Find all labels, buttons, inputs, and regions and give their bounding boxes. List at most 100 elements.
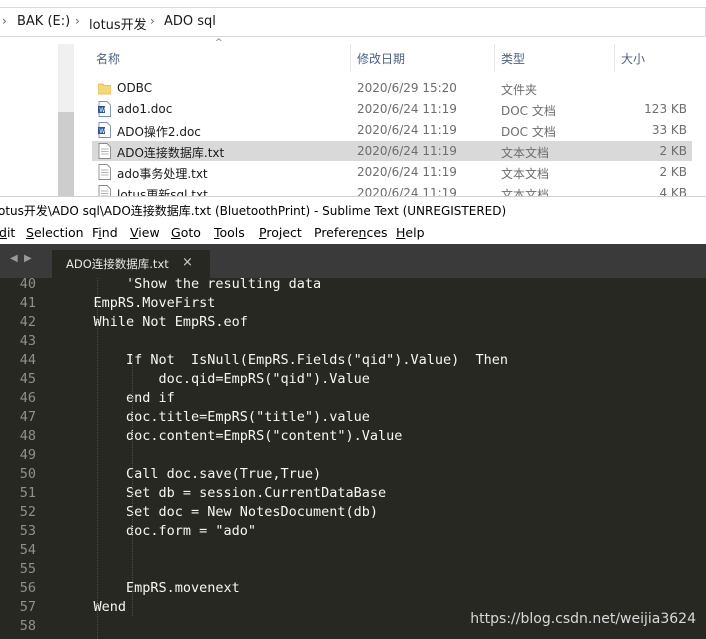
file-date: 2020/6/24 11:19	[357, 186, 457, 196]
line-number: 44	[19, 352, 36, 368]
breadcrumb-chevron-icon[interactable]: ›	[150, 14, 155, 28]
menu-goto[interactable]: Goto	[171, 225, 201, 240]
menu-view[interactable]: View	[130, 225, 160, 240]
tab-scroll-right-icon[interactable]: ▶	[24, 253, 32, 264]
file-size: 2 KB	[659, 144, 687, 158]
file-date: 2020/6/24 11:19	[357, 144, 457, 158]
menu-tools[interactable]: Tools	[214, 225, 245, 240]
line-number: 57	[19, 599, 36, 615]
code-line[interactable]: doc.title=EmpRS("title").value	[61, 408, 370, 427]
line-number: 46	[19, 390, 36, 406]
line-number: 42	[19, 314, 36, 330]
code-line[interactable]: doc.form = "ado"	[61, 522, 256, 541]
file-type: DOC 文档	[501, 125, 556, 139]
text-file-icon	[98, 164, 111, 180]
code-line[interactable]: end if	[61, 389, 175, 408]
window-title-bar[interactable]: otus开发\ADO sql\ADO连接数据库.txt (BluetoothPr…	[0, 196, 706, 221]
file-row[interactable]: ODBC 2020/6/29 15:20 文件夹	[92, 78, 692, 98]
file-date: 2020/6/29 15:20	[357, 81, 457, 95]
breadcrumb-folder-lotus[interactable]: lotus开发	[89, 14, 147, 33]
breadcrumb-folder-ado[interactable]: ADO sql	[164, 14, 216, 29]
file-size: 123 KB	[644, 102, 687, 116]
code-line[interactable]: If Not IsNull(EmpRS.Fields("qid").Value)…	[61, 351, 508, 370]
file-row[interactable]: W ADO操作2.doc 2020/6/24 11:19 DOC 文档 33 K…	[92, 120, 692, 140]
code-line[interactable]: doc.content=EmpRS("content").Value	[61, 427, 402, 446]
sort-ascending-icon: ^	[215, 38, 223, 48]
breadcrumb-chevron-icon[interactable]: ›	[2, 14, 7, 28]
window-title: otus开发\ADO sql\ADO连接数据库.txt (BluetoothPr…	[0, 204, 507, 218]
line-number: 50	[19, 466, 36, 482]
file-name: ado事务处理.txt	[117, 167, 208, 181]
menu-find[interactable]: Find	[92, 225, 118, 240]
word-document-icon: W	[98, 101, 111, 117]
code-line[interactable]: Call doc.save(True,True)	[61, 465, 321, 484]
indent-guide	[132, 278, 133, 280]
indent-guide	[97, 278, 98, 639]
line-number: 52	[19, 504, 36, 520]
breadcrumb-chevron-icon[interactable]: ›	[75, 14, 80, 28]
file-row-selected[interactable]: ADO连接数据库.txt 2020/6/24 11:19 文本文档 2 KB	[92, 141, 692, 161]
line-number: 43	[19, 333, 36, 349]
code-line[interactable]: While Not EmpRS.eof	[61, 313, 248, 332]
line-number: 49	[19, 447, 36, 463]
menu-preferences[interactable]: Preferences	[314, 225, 388, 240]
file-name: lotus更新sql.txt	[117, 188, 208, 196]
file-date: 2020/6/24 11:19	[357, 165, 457, 179]
code-line[interactable]: doc.qid=EmpRS("qid").Value	[61, 370, 370, 389]
column-divider[interactable]	[494, 44, 495, 72]
column-header-date[interactable]: 修改日期	[357, 50, 405, 67]
folder-icon	[98, 83, 111, 95]
address-bar[interactable]: › BAK (E:) › lotus开发 › ADO sql	[0, 7, 706, 37]
file-date: 2020/6/24 11:19	[357, 102, 457, 116]
file-size: 2 KB	[659, 165, 687, 179]
tab-label: ADO连接数据库.txt	[66, 257, 169, 271]
line-number: 56	[19, 580, 36, 596]
tab-bar: ◀ ▶ ADO连接数据库.txt ×	[0, 244, 706, 278]
file-type: 文件夹	[501, 83, 538, 97]
navigation-scrollbar[interactable]	[58, 44, 74, 196]
code-line[interactable]: Wend	[61, 598, 127, 617]
file-row[interactable]: lotus更新sql.txt 2020/6/24 11:19 文本文档 4 KB	[92, 183, 692, 196]
column-divider[interactable]	[350, 44, 351, 72]
close-icon[interactable]: ×	[182, 255, 193, 270]
scrollbar-thumb[interactable]	[58, 112, 74, 196]
file-name: ado1.doc	[117, 102, 173, 116]
line-number: 41	[19, 295, 36, 311]
line-number: 48	[19, 428, 36, 444]
file-type: 文本文档	[501, 167, 550, 181]
menu-edit[interactable]: dit	[0, 225, 15, 240]
code-line[interactable]: Set db = session.CurrentDataBase	[61, 484, 386, 503]
column-header-type[interactable]: 类型	[501, 50, 525, 67]
file-row[interactable]: W ado1.doc 2020/6/24 11:19 DOC 文档 123 KB	[92, 99, 692, 119]
code-line[interactable]: EmpRS.MoveFirst	[61, 294, 216, 313]
file-name: ADO操作2.doc	[117, 125, 201, 139]
line-number: 51	[19, 485, 36, 501]
column-header-name[interactable]: 名称	[96, 50, 120, 67]
file-name: ODBC	[117, 81, 153, 95]
breadcrumb-drive[interactable]: BAK (E:)	[17, 14, 70, 29]
menu-help[interactable]: Help	[396, 225, 425, 240]
file-size: 33 KB	[651, 123, 687, 137]
line-number: 55	[19, 561, 36, 577]
code-line[interactable]: Set doc = New NotesDocument(db)	[61, 503, 378, 522]
tab-ado-connect-file[interactable]: ADO连接数据库.txt ×	[52, 250, 210, 278]
text-file-icon	[98, 185, 111, 196]
text-file-icon	[98, 143, 111, 159]
tab-scroll-left-icon[interactable]: ◀	[10, 253, 18, 264]
line-number: 40	[19, 278, 36, 292]
navigation-pane	[0, 44, 58, 196]
line-number: 53	[19, 523, 36, 539]
code-editor[interactable]: 40 41 42 43 44 45 46 47 48 49 50 51 52 53 54 55 56 57 58 '…	[0, 278, 706, 639]
file-date: 2020/6/24 11:19	[357, 123, 457, 137]
line-number: 47	[19, 409, 36, 425]
file-name: ADO连接数据库.txt	[117, 146, 225, 160]
column-divider[interactable]	[614, 44, 615, 72]
column-header-size[interactable]: 大小	[621, 50, 645, 67]
menu-selection[interactable]: Selection	[26, 225, 84, 240]
code-line[interactable]: 'Show the resulting data	[61, 278, 321, 294]
menu-project[interactable]: Project	[259, 225, 302, 240]
code-line[interactable]: EmpRS.movenext	[61, 579, 240, 598]
sublime-text-window: otus开发\ADO sql\ADO连接数据库.txt (BluetoothPr…	[0, 196, 706, 639]
file-row[interactable]: ado事务处理.txt 2020/6/24 11:19 文本文档 2 KB	[92, 162, 692, 182]
line-number: 54	[19, 542, 36, 558]
